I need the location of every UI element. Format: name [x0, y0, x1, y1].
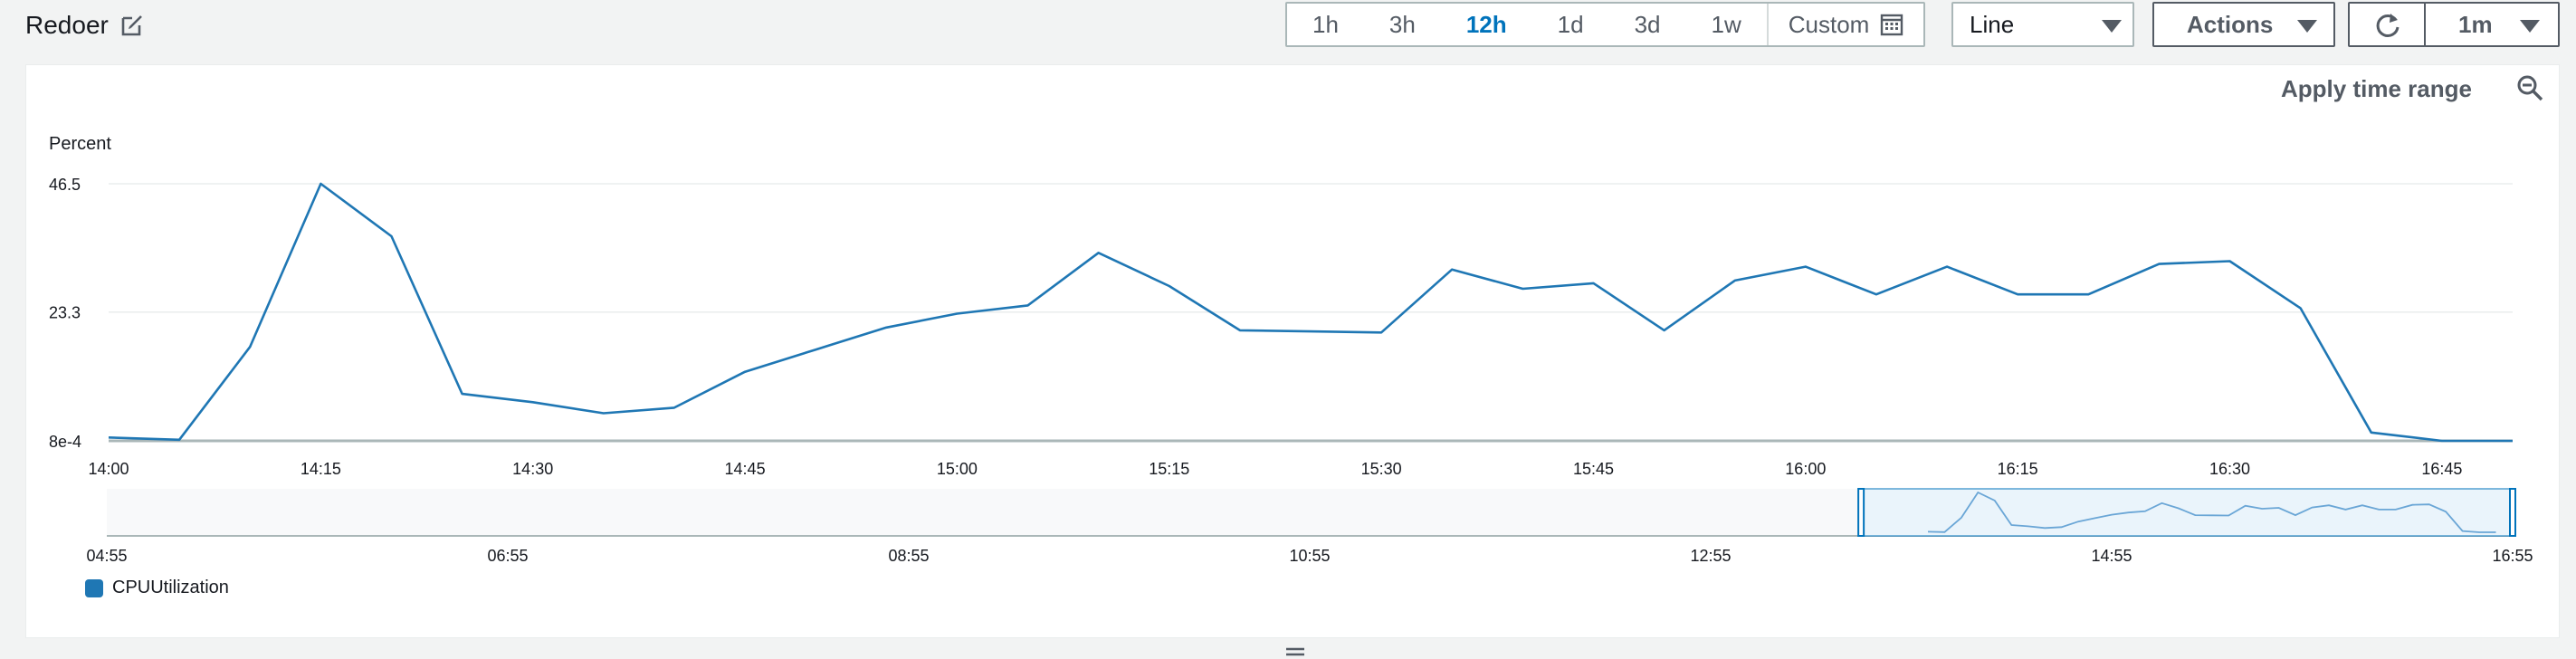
y-tick-label: 8e-4	[49, 433, 81, 451]
x-tick-label: 16:15	[1998, 460, 2038, 478]
legend-swatch-cpuutilization[interactable]	[85, 578, 103, 597]
x-tick-label: 14:00	[88, 460, 129, 478]
overview-tick-label: 12:55	[1690, 547, 1731, 565]
overview-left-handle	[1857, 488, 1865, 537]
overview-tick-label: 10:55	[1289, 547, 1330, 565]
overview-tick-label: 04:55	[86, 547, 127, 565]
x-tick-label: 16:30	[2209, 460, 2250, 478]
x-tick-label: 14:45	[725, 460, 766, 478]
y-axis-ticks: 8e-4 23.3 46.5	[49, 176, 81, 451]
overview-strip	[107, 488, 2516, 537]
overview-axis-ticks: 04:55 06:55 08:55 10:55 12:55 14:55 16:55	[86, 547, 2533, 565]
overview-tick-label: 16:55	[2492, 547, 2533, 565]
overview-tick-label: 08:55	[888, 547, 929, 565]
overview-right-handle	[2509, 488, 2516, 537]
x-tick-label: 14:15	[301, 460, 341, 478]
overview-tick-label: 14:55	[2091, 547, 2132, 565]
x-tick-label: 15:30	[1361, 460, 1402, 478]
x-tick-label: 14:30	[512, 460, 553, 478]
legend-label-cpuutilization: CPUUtilization	[112, 578, 229, 597]
y-tick-label: 46.5	[49, 176, 81, 194]
x-tick-label: 16:45	[2421, 460, 2462, 478]
overview-tick-label: 06:55	[487, 547, 528, 565]
grid-lines	[109, 183, 2513, 443]
x-tick-label: 15:45	[1573, 460, 1614, 478]
x-tick-label: 15:00	[937, 460, 978, 478]
x-axis-ticks: 14:00 14:15 14:30 14:45 15:00 15:15 15:30 15:45…	[88, 460, 2462, 478]
x-tick-label: 16:00	[1785, 460, 1826, 478]
y-tick-label: 23.3	[49, 304, 81, 322]
line-chart: Percent 8e-4 23.3 46.5 14:00 14:15 14:30 14:4…	[49, 134, 2533, 565]
x-tick-label: 15:15	[1149, 460, 1189, 478]
legend: CPUUtilization	[85, 578, 229, 598]
resize-handle[interactable]	[1286, 646, 1304, 657]
y-axis-label: Percent	[49, 134, 111, 154]
